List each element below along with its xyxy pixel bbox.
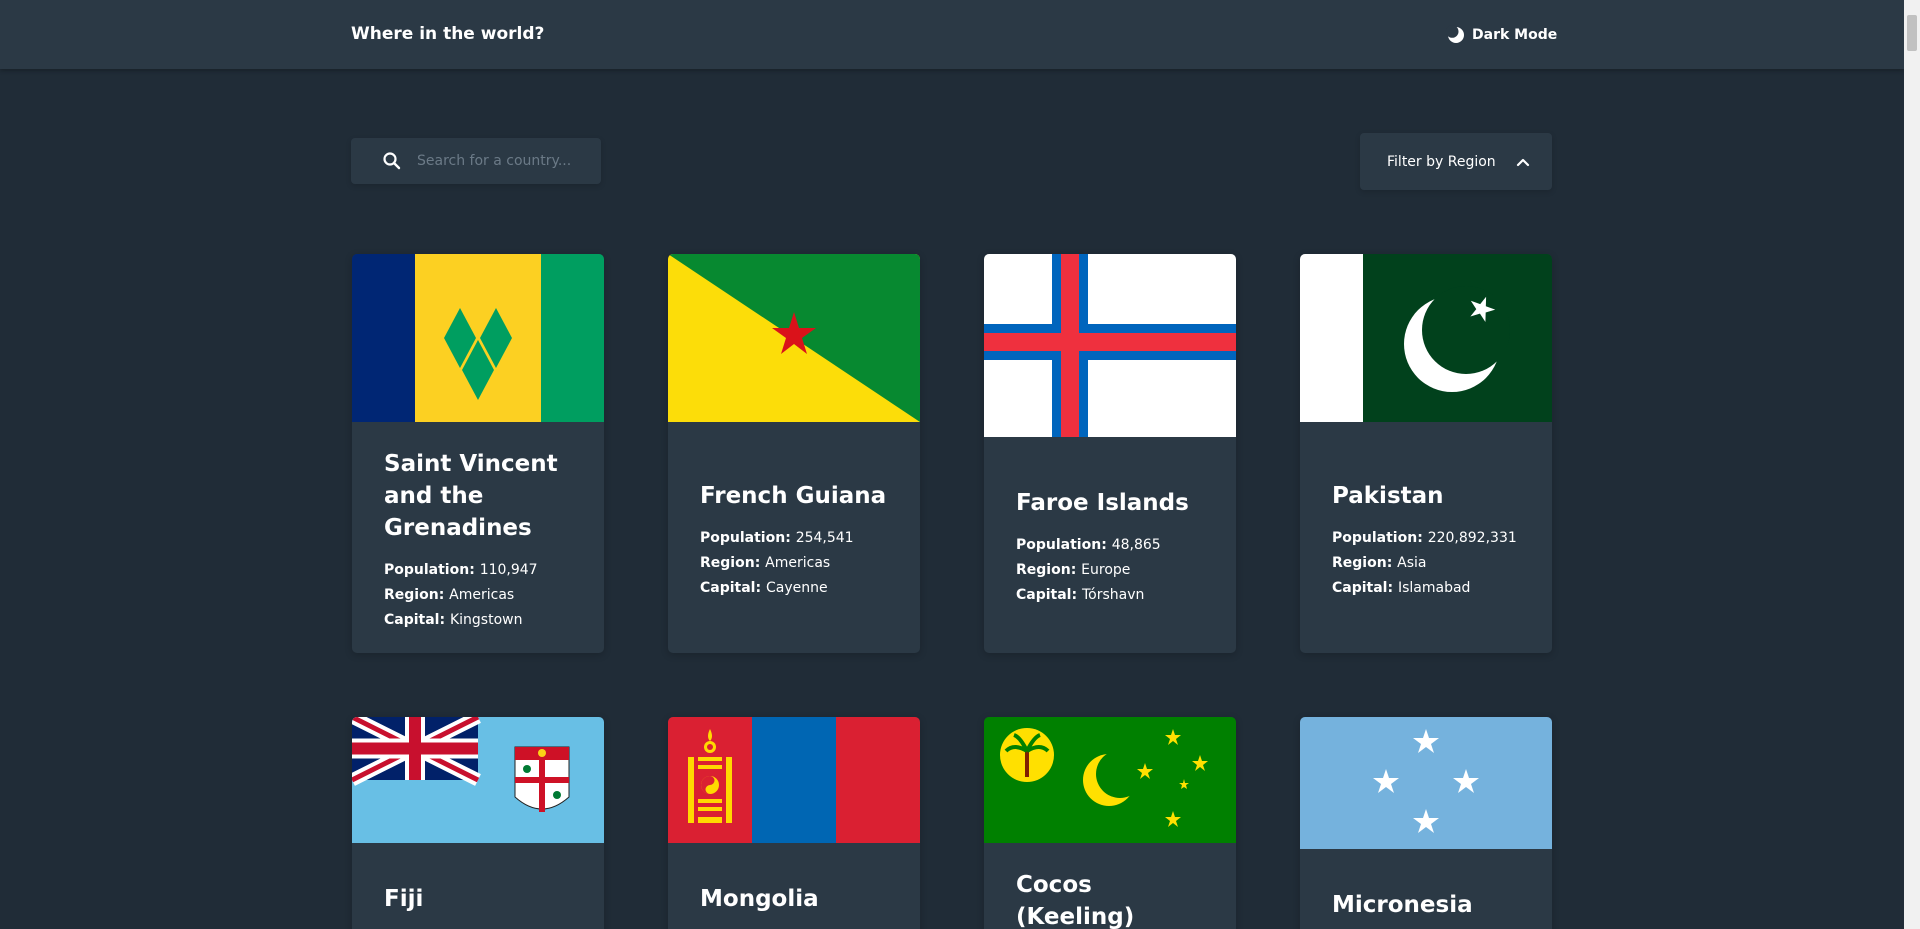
capital-value: Tórshavn: [1081, 587, 1145, 603]
population-value: 110,947: [479, 562, 538, 578]
capital-row: Capital: Islamabad: [1332, 580, 1471, 596]
scrollbar-thumb[interactable]: [1907, 15, 1917, 51]
region-row: Region: Asia: [1332, 555, 1427, 571]
population-row: Population: 220,892,331: [1332, 530, 1517, 546]
capital-value: Cayenne: [765, 580, 828, 596]
country-card[interactable]: Fiji: [352, 717, 604, 929]
country-card[interactable]: Micronesia: [1300, 717, 1552, 929]
country-card[interactable]: Pakistan Population: 220,892,331 Region:…: [1300, 254, 1552, 653]
country-name: Pakistan: [1332, 483, 1444, 509]
country-card[interactable]: Faroe Islands Population: 48,865 Region:…: [984, 254, 1236, 653]
flag-image: [1300, 717, 1552, 849]
region-value: Europe: [1081, 562, 1131, 578]
search-box[interactable]: [351, 138, 601, 184]
region-row: Region: Europe: [1016, 562, 1131, 578]
region-row: Region: Americas: [384, 587, 515, 603]
country-name: Mongolia: [700, 886, 819, 912]
population-value: 254,541: [795, 530, 854, 546]
region-value: Asia: [1397, 555, 1427, 571]
chevron-up-icon: [1516, 158, 1529, 166]
region-value: Americas: [765, 555, 831, 571]
country-name: Cocos (Keeling) Islands: [1016, 872, 1135, 929]
search-input[interactable]: [417, 153, 587, 169]
country-card[interactable]: Saint Vincent and the Grenadines Populat…: [352, 254, 604, 653]
flag-image: [984, 717, 1236, 843]
capital-row: Capital: Cayenne: [700, 580, 828, 596]
population-value: 220,892,331: [1427, 530, 1517, 546]
dark-mode-label: Dark Mode: [1472, 27, 1558, 43]
population-row: Population: 254,541: [700, 530, 854, 546]
country-card[interactable]: Cocos (Keeling) Islands: [984, 717, 1236, 929]
flag-image: [984, 254, 1236, 437]
region-filter-dropdown[interactable]: Filter by Region: [1360, 133, 1552, 190]
country-name: French Guiana: [700, 483, 887, 509]
flag-image: [668, 254, 920, 422]
flag-image: [668, 717, 920, 843]
moon-icon: [1446, 25, 1464, 43]
site-title: Where in the world?: [351, 24, 545, 44]
population-row: Population: 48,865: [1016, 537, 1161, 553]
flag-image: [352, 717, 604, 843]
search-icon: [383, 152, 401, 170]
region-row: Region: Americas: [700, 555, 831, 571]
country-name: Faroe Islands: [1016, 490, 1189, 516]
population-value: 48,865: [1111, 537, 1161, 553]
page-scrollbar[interactable]: [1904, 0, 1920, 929]
flag-image: [352, 254, 604, 422]
country-name: Micronesia: [1332, 892, 1473, 918]
flag-image: [1300, 254, 1552, 422]
capital-row: Capital: Kingstown: [384, 612, 523, 628]
country-card[interactable]: French Guiana Population: 254,541 Region…: [668, 254, 920, 653]
top-header: Where in the world? Dark Mode: [0, 0, 1904, 69]
capital-row: Capital: Tórshavn: [1016, 587, 1145, 603]
country-name: Fiji: [384, 886, 424, 912]
country-name: Saint Vincent and the Grenadines: [384, 451, 558, 541]
dark-mode-toggle[interactable]: Dark Mode: [1446, 24, 1557, 46]
country-card[interactable]: Mongolia: [668, 717, 920, 929]
region-value: Americas: [449, 587, 515, 603]
filter-label: Filter by Region: [1387, 153, 1496, 170]
population-row: Population: 110,947: [384, 562, 538, 578]
capital-value: Kingstown: [449, 612, 523, 628]
capital-value: Islamabad: [1397, 580, 1471, 596]
